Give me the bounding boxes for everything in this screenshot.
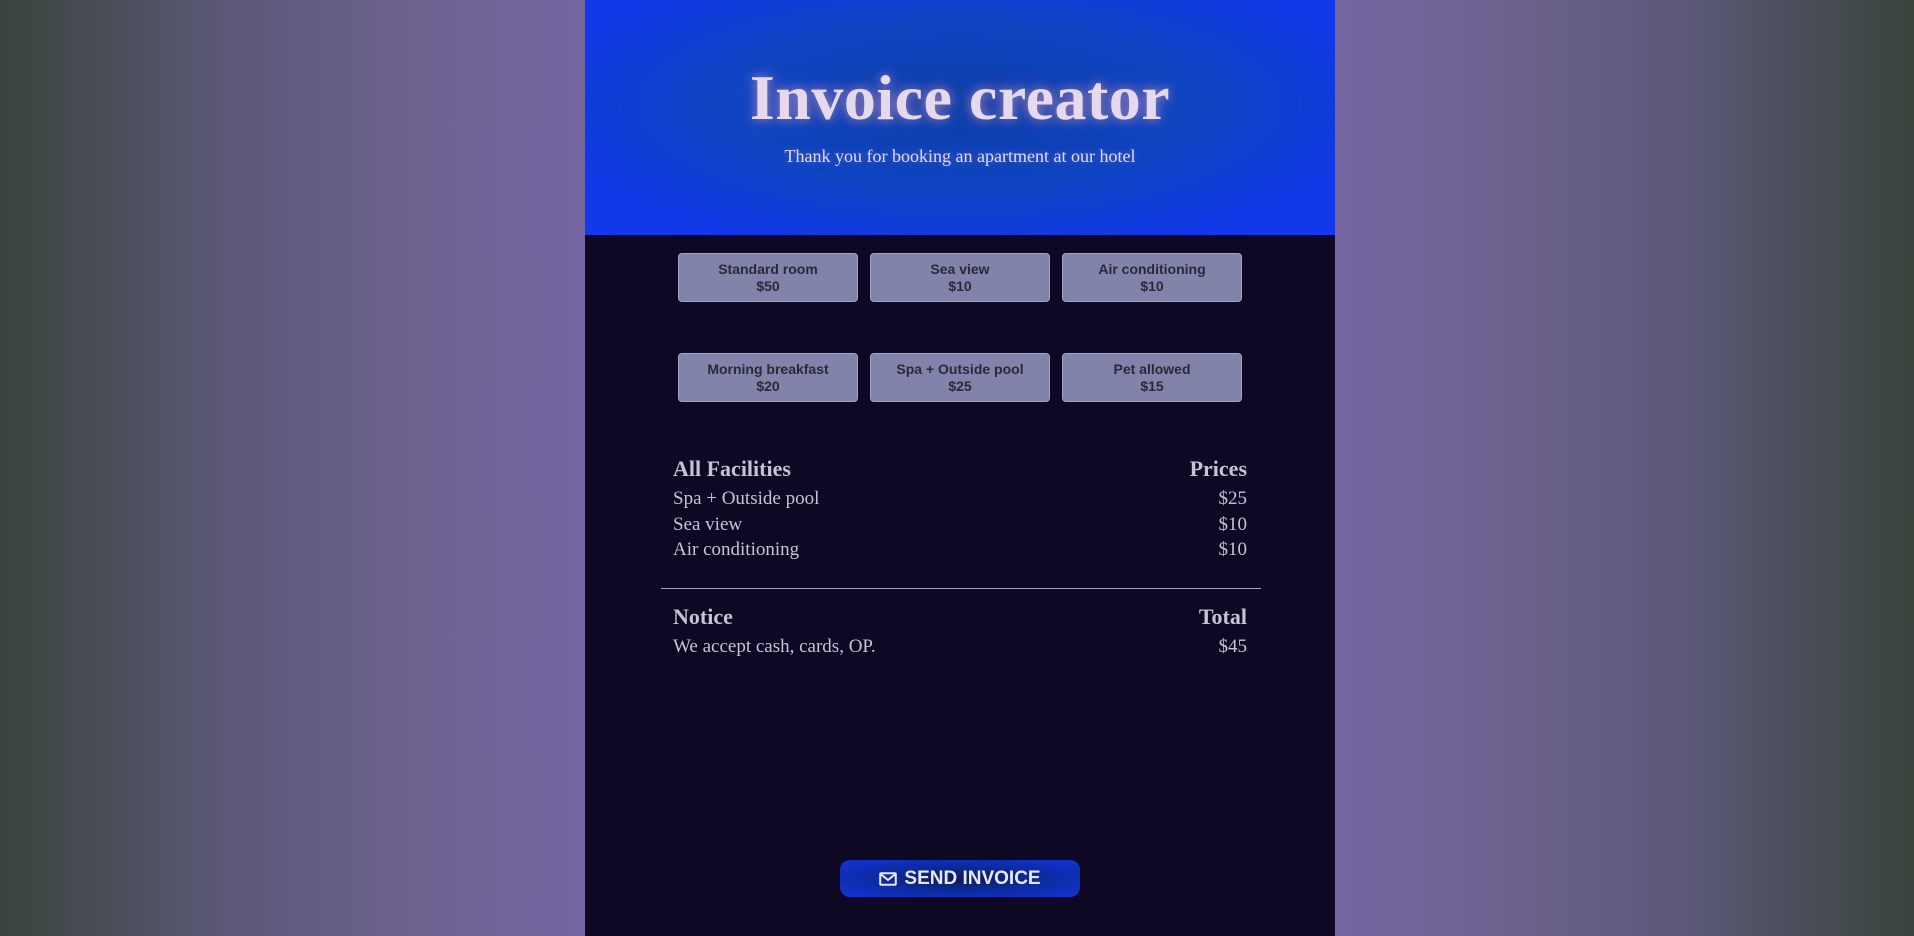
option-price: $10 bbox=[948, 278, 972, 294]
facility-row: Air conditioning $10 bbox=[673, 537, 1247, 563]
page-title: Invoice creator bbox=[749, 62, 1171, 133]
mail-icon bbox=[879, 871, 898, 886]
option-price: $20 bbox=[756, 378, 780, 394]
option-label: Sea view bbox=[930, 261, 990, 277]
option-pet-allowed-button[interactable]: Pet allowed $15 bbox=[1062, 353, 1242, 402]
total-value: $45 bbox=[1218, 636, 1248, 657]
option-label: Morning breakfast bbox=[707, 361, 829, 377]
facility-price: $10 bbox=[1218, 539, 1248, 560]
invoice-app: Invoice creator Thank you for booking an… bbox=[585, 0, 1335, 936]
option-label: Spa + Outside pool bbox=[896, 361, 1024, 377]
facilities-header: All Facilities Prices bbox=[673, 452, 1247, 486]
facility-price: $25 bbox=[1218, 488, 1248, 509]
prices-heading: Prices bbox=[1189, 456, 1247, 481]
facilities-table: All Facilities Prices Spa + Outside pool… bbox=[673, 452, 1247, 563]
summary-row: We accept cash, cards, OP. $45 bbox=[673, 634, 1247, 660]
facility-options: Standard room $50 Sea view $10 Air condi… bbox=[678, 253, 1242, 453]
page-subtitle: Thank you for booking an apartment at ou… bbox=[784, 146, 1136, 166]
summary-table: Notice Total We accept cash, cards, OP. … bbox=[673, 600, 1247, 660]
option-sea-view-button[interactable]: Sea view $10 bbox=[870, 253, 1050, 302]
summary-header: Notice Total bbox=[673, 600, 1247, 634]
option-air-conditioning-button[interactable]: Air conditioning $10 bbox=[1062, 253, 1242, 302]
option-price: $50 bbox=[756, 278, 780, 294]
option-morning-breakfast-button[interactable]: Morning breakfast $20 bbox=[678, 353, 858, 402]
facility-price: $10 bbox=[1218, 513, 1248, 535]
option-price: $25 bbox=[948, 378, 972, 394]
option-label: Standard room bbox=[718, 261, 818, 277]
facility-row: Spa + Outside pool $25 bbox=[673, 486, 1247, 512]
option-label: Air conditioning bbox=[1098, 261, 1206, 277]
send-invoice-button[interactable]: SEND INVOICE bbox=[840, 860, 1080, 897]
notice-heading: Notice bbox=[673, 604, 733, 629]
option-label: Pet allowed bbox=[1113, 361, 1191, 377]
facilities-heading: All Facilities bbox=[673, 456, 791, 481]
option-standard-room-button[interactable]: Standard room $50 bbox=[678, 253, 858, 302]
option-price: $15 bbox=[1140, 378, 1164, 394]
option-price: $10 bbox=[1140, 278, 1164, 294]
divider bbox=[661, 588, 1261, 589]
facility-name: Air conditioning bbox=[673, 539, 800, 560]
header: Invoice creator Thank you for booking an… bbox=[585, 0, 1335, 235]
send-invoice-label: SEND INVOICE bbox=[904, 867, 1041, 889]
options-row-1: Standard room $50 Sea view $10 Air condi… bbox=[678, 253, 1242, 302]
options-row-2: Morning breakfast $20 Spa + Outside pool… bbox=[678, 353, 1242, 402]
option-spa-pool-button[interactable]: Spa + Outside pool $25 bbox=[870, 353, 1050, 402]
facility-name: Spa + Outside pool bbox=[673, 488, 820, 509]
facility-row: Sea view $10 bbox=[673, 512, 1247, 538]
total-heading: Total bbox=[1198, 604, 1247, 629]
facility-name: Sea view bbox=[673, 513, 743, 535]
notice-text: We accept cash, cards, OP. bbox=[673, 636, 876, 657]
